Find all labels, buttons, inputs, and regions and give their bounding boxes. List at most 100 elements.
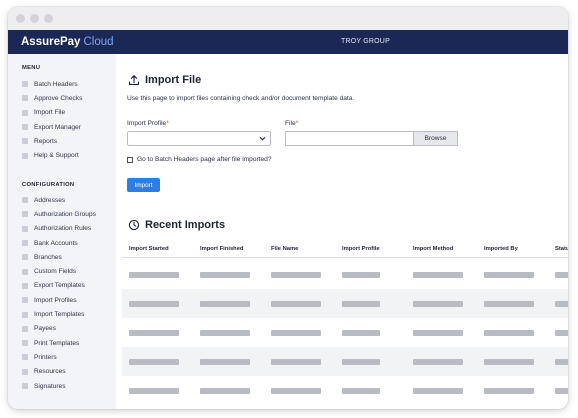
sidebar-item-branches[interactable]: Branches <box>22 250 96 264</box>
printers-icon <box>22 354 28 361</box>
app-header: AssurePay Cloud TROY GROUP <box>8 30 568 54</box>
recent-imports-title: Recent Imports <box>145 219 226 231</box>
loading-placeholder <box>342 388 380 394</box>
browse-button[interactable]: Browse <box>413 131 458 146</box>
sidebar-item-label: Export Templates <box>34 282 85 290</box>
sidebar-item-custom-fields[interactable]: Custom Fields <box>22 264 96 278</box>
sidebar-item-signatures[interactable]: Signatures <box>22 379 96 393</box>
sidebar-item-label: Addresses <box>34 196 66 204</box>
sidebar-item-printers[interactable]: Printers <box>22 350 96 364</box>
window-close-dot[interactable] <box>16 14 25 23</box>
sidebar-item-label: Reports <box>34 137 58 145</box>
export-templates-icon <box>22 282 28 289</box>
batch-headers-checkbox-label[interactable]: Go to Batch Headers page after file impo… <box>137 156 272 163</box>
table-row[interactable] <box>122 318 568 347</box>
brand-name: AssurePay <box>21 36 81 48</box>
sidebar-item-label: Export Manager <box>34 123 81 131</box>
brand-logo[interactable]: AssurePay Cloud <box>21 36 114 48</box>
loading-placeholder <box>200 301 250 307</box>
recent-imports-heading: Recent Imports <box>128 219 225 231</box>
sidebar: MENU Batch Headers Approve Checks Import F… <box>8 54 116 409</box>
sidebar-config-heading: CONFIGURATION <box>22 182 75 188</box>
sidebar-item-label: Printers <box>34 353 57 361</box>
sidebar-item-batch-headers[interactable]: Batch Headers <box>22 77 82 91</box>
loading-placeholder <box>342 359 380 365</box>
import-file-title: Import File <box>145 74 202 86</box>
loading-placeholder <box>555 301 568 307</box>
sidebar-item-export-manager[interactable]: Export Manager <box>22 120 82 134</box>
loading-placeholder <box>129 330 179 336</box>
import-button[interactable]: Import <box>127 178 160 192</box>
loading-placeholder <box>555 359 568 365</box>
file-input[interactable] <box>285 131 414 146</box>
sidebar-item-import-templates[interactable]: Import Templates <box>22 307 96 321</box>
sidebar-item-import-file[interactable]: Import File <box>22 106 82 120</box>
loading-placeholder <box>129 388 179 394</box>
sidebar-item-authorization-groups[interactable]: Authorization Groups <box>22 207 96 221</box>
resources-icon <box>22 368 28 375</box>
sidebar-item-help-support[interactable]: Help & Support <box>22 148 82 162</box>
loading-placeholder <box>413 301 463 307</box>
sidebar-item-label: Help & Support <box>34 152 79 160</box>
main-content: Import File Use this page to import file… <box>116 54 568 409</box>
batch-headers-checkbox-row[interactable]: Go to Batch Headers page after file impo… <box>127 156 272 163</box>
sidebar-item-resources[interactable]: Resources <box>22 365 96 379</box>
export-manager-icon <box>22 124 28 131</box>
sidebar-item-payees[interactable]: Payees <box>22 322 96 336</box>
import-file-icon <box>22 109 28 116</box>
signatures-icon <box>22 383 28 389</box>
sidebar-item-approve-checks[interactable]: Approve Checks <box>22 91 82 105</box>
loading-placeholder <box>555 330 568 336</box>
column-header-imported-by[interactable]: Imported By <box>484 246 518 252</box>
import-description: Use this page to import files containing… <box>127 95 355 102</box>
loading-placeholder <box>484 359 534 365</box>
batch-headers-checkbox[interactable] <box>127 156 133 163</box>
sidebar-item-reports[interactable]: Reports <box>22 134 82 148</box>
window-minimize-dot[interactable] <box>30 14 39 23</box>
loading-placeholder <box>555 388 568 394</box>
loading-placeholder <box>200 330 250 336</box>
sidebar-item-label: Custom Fields <box>34 268 77 276</box>
file-label: File* <box>285 120 299 127</box>
table-row[interactable] <box>122 347 568 376</box>
authorization-groups-icon <box>22 211 28 218</box>
import-profile-select[interactable] <box>127 131 271 146</box>
custom-fields-icon <box>22 268 28 275</box>
organization-name: TROY GROUP <box>341 38 390 45</box>
sidebar-menu-list: Batch Headers Approve Checks Import File Ex… <box>22 77 82 163</box>
loading-placeholder <box>271 388 321 394</box>
table-row[interactable] <box>122 289 568 318</box>
column-header-import-started[interactable]: Import Started <box>129 246 169 252</box>
sidebar-item-label: Branches <box>34 253 62 261</box>
batch-headers-icon <box>22 81 28 88</box>
required-asterisk: * <box>295 120 299 127</box>
sidebar-item-export-templates[interactable]: Export Templates <box>22 279 96 293</box>
table-row[interactable] <box>122 260 568 289</box>
sidebar-item-print-templates[interactable]: Print Templates <box>22 336 96 350</box>
column-header-import-method[interactable]: Import Method <box>413 246 453 252</box>
column-header-file-name[interactable]: File Name <box>271 246 298 252</box>
window-maximize-dot[interactable] <box>44 14 53 23</box>
loading-placeholder <box>200 388 250 394</box>
sidebar-item-label: Authorization Groups <box>34 210 96 218</box>
loading-placeholder <box>200 359 250 365</box>
sidebar-item-label: Approve Checks <box>34 94 83 102</box>
sidebar-item-bank-accounts[interactable]: Bank Accounts <box>22 236 96 250</box>
addresses-icon <box>22 197 28 204</box>
column-header-import-profile[interactable]: Import Profile <box>342 246 380 252</box>
import-templates-icon <box>22 311 28 318</box>
sidebar-item-addresses[interactable]: Addresses <box>22 193 96 207</box>
column-header-status[interactable]: Status <box>555 246 568 252</box>
sidebar-item-authorization-rules[interactable]: Authorization Rules <box>22 222 96 236</box>
chevron-down-icon <box>259 136 266 141</box>
import-file-heading: Import File <box>128 74 201 86</box>
loading-placeholder <box>555 272 568 278</box>
sidebar-item-label: Bank Accounts <box>34 239 78 247</box>
clock-icon <box>128 219 140 231</box>
payees-icon <box>22 325 28 332</box>
table-row[interactable] <box>122 376 568 405</box>
sidebar-item-import-profiles[interactable]: Import Profiles <box>22 293 96 307</box>
column-header-import-finished[interactable]: Import Finished <box>200 246 243 252</box>
loading-placeholder <box>129 359 179 365</box>
import-profile-label: Import Profile* <box>127 120 169 127</box>
